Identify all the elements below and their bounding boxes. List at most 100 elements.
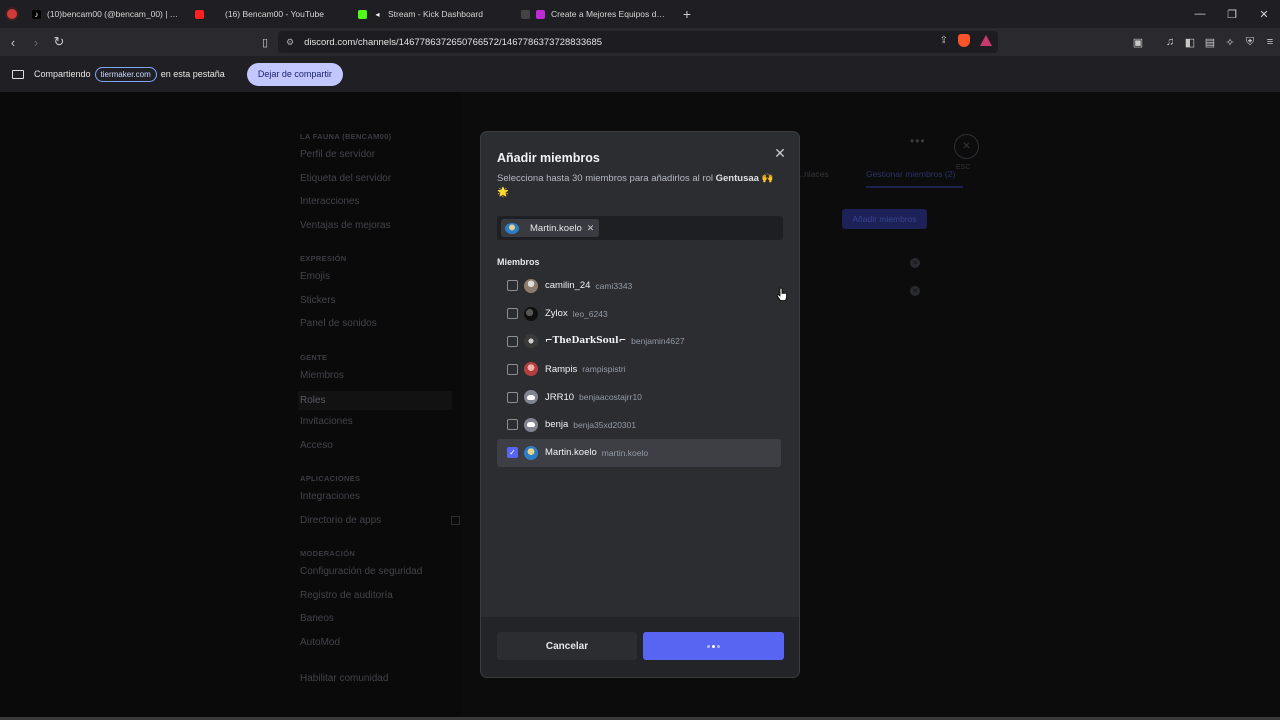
- sidebar-item-server-profile[interactable]: Perfil de servidor: [300, 147, 460, 171]
- kick-icon: [358, 9, 367, 19]
- sidebar-item-app-directory[interactable]: Directorio de apps: [300, 513, 460, 537]
- member-checkbox[interactable]: [507, 308, 518, 320]
- maximize-icon[interactable]: ❐: [1216, 0, 1248, 28]
- member-list: camilin_24 cami3343 Zylox leo_6243 ⌐TheD…: [497, 272, 781, 467]
- reader-icon[interactable]: ▣: [1128, 36, 1148, 49]
- member-row[interactable]: ✓ Martin.koelo martin.koelo: [497, 438, 781, 467]
- add-members-button[interactable]: Añadir miembros: [842, 209, 927, 229]
- member-row[interactable]: Zylox leo_6243: [497, 300, 781, 328]
- brave-shields-icon[interactable]: [958, 34, 970, 47]
- member-username: cami3343: [595, 280, 633, 291]
- member-checkbox[interactable]: [507, 419, 518, 431]
- audio-playing-icon: ◂: [375, 9, 380, 19]
- wallet-icon[interactable]: ▤: [1200, 36, 1220, 49]
- remove-chip-icon[interactable]: ✕: [587, 223, 595, 234]
- browser-tab[interactable]: (16) Bencam00 - YouTube: [187, 0, 350, 28]
- tab-links[interactable]: ...nlaces: [797, 169, 829, 179]
- sidebar-item-automod[interactable]: AutoMod: [300, 635, 460, 659]
- browser-tab[interactable]: ♪ (10)bencam00 (@bencam_00) | TikTok: [24, 0, 187, 28]
- sidebar-item-interactions[interactable]: Interacciones: [300, 194, 460, 218]
- vpn-icon[interactable]: ⛨: [1240, 36, 1260, 49]
- cancel-button[interactable]: Cancelar: [497, 632, 637, 660]
- member-row[interactable]: JRR10 benjaacostajrr10: [497, 383, 781, 411]
- shared-site-chip[interactable]: tiermaker.com: [94, 66, 157, 82]
- member-checkbox[interactable]: [507, 363, 518, 375]
- avatar: [524, 278, 538, 293]
- sidebar-item-enable-community[interactable]: Habilitar comunidad: [300, 671, 460, 695]
- sharing-suffix: en esta pestaña: [160, 69, 225, 79]
- avatar: [524, 362, 538, 377]
- member-checkbox-checked[interactable]: ✓: [507, 447, 518, 459]
- tab-sharing-bar: Compartiendo tiermaker.com en esta pesta…: [0, 56, 1280, 92]
- site-info-icon[interactable]: ⚙: [286, 37, 294, 48]
- sidebar-item-server-tag[interactable]: Etiqueta del servidor: [300, 171, 460, 195]
- close-icon[interactable]: ✕: [771, 144, 789, 162]
- tab-title: Create a Mejores Equipos de Fútbol: [551, 9, 668, 19]
- browser-tab[interactable]: ◂ Stream - Kick Dashboard: [350, 0, 513, 28]
- tab-title: (16) Bencam00 - YouTube: [225, 9, 324, 19]
- discord-avatar-icon: [524, 390, 538, 405]
- back-icon[interactable]: ‹: [3, 32, 23, 52]
- member-row[interactable]: ⌐TheDarkSoul⌐ benjamin4627: [497, 328, 781, 356]
- bookmark-icon[interactable]: ▯: [258, 32, 272, 52]
- add-members-confirm-button[interactable]: [643, 632, 784, 660]
- close-window-icon[interactable]: ✕: [1248, 0, 1280, 28]
- browser-tab[interactable]: Create a Mejores Equipos de Fútbol: [513, 0, 676, 28]
- window-controls: — ❐ ✕: [1184, 0, 1280, 28]
- sidebar-item-stickers[interactable]: Stickers: [300, 293, 460, 317]
- sidebar-item-roles[interactable]: Roles: [298, 391, 452, 410]
- sidebar-item-access[interactable]: Acceso: [300, 438, 460, 462]
- main-menu-icon[interactable]: ≡: [1260, 36, 1280, 48]
- new-tab-button[interactable]: +: [676, 6, 698, 22]
- member-row[interactable]: Rampis rampispistri: [497, 355, 781, 383]
- tab-title: (10)bencam00 (@bencam_00) | TikTok: [47, 9, 179, 19]
- sidebar-item-members[interactable]: Miembros: [300, 368, 460, 392]
- member-checkbox[interactable]: [507, 335, 518, 347]
- member-username: martin.koelo: [601, 447, 649, 458]
- forward-icon[interactable]: ›: [26, 32, 46, 52]
- members-section-label: Miembros: [497, 257, 540, 267]
- role-name: Gentusaa: [715, 173, 759, 184]
- member-row[interactable]: benja benja35xd20301: [497, 411, 781, 439]
- browser-menu-button[interactable]: [0, 0, 24, 28]
- member-row[interactable]: camilin_24 cami3343: [497, 272, 781, 300]
- modal-title: Añadir miembros: [497, 151, 600, 165]
- stop-sharing-button[interactable]: Dejar de compartir: [246, 62, 343, 86]
- sidebar-item-integrations[interactable]: Integraciones: [300, 489, 460, 513]
- sharing-prefix: Compartiendo: [34, 69, 91, 79]
- leo-ai-icon[interactable]: ✧: [1220, 36, 1240, 49]
- close-settings-icon[interactable]: ✕: [954, 134, 979, 159]
- address-bar[interactable]: ⚙ discord.com/channels/14677863726507665…: [278, 31, 998, 53]
- esc-label: ESC: [956, 164, 971, 171]
- sidebar-item-invites[interactable]: Invitaciones: [300, 414, 460, 438]
- member-username: rampispistri: [582, 364, 626, 375]
- avatar: [524, 334, 538, 349]
- media-icon[interactable]: ♫: [1160, 36, 1180, 48]
- sidebar-item-audit-log[interactable]: Registro de auditoría: [300, 588, 460, 612]
- sidebar-item-boost-perks[interactable]: Ventajas de mejoras: [300, 218, 460, 242]
- modal-subtitle: Selecciona hasta 30 miembros para añadir…: [497, 172, 787, 199]
- tab-title: Stream - Kick Dashboard: [388, 9, 483, 19]
- remove-member-icon[interactable]: ✕: [910, 286, 920, 296]
- member-display-name: Rampis: [545, 363, 578, 375]
- member-checkbox[interactable]: [507, 391, 518, 403]
- more-options-icon[interactable]: •••: [910, 134, 926, 148]
- brave-rewards-icon[interactable]: [980, 35, 992, 46]
- member-display-name: JRR10: [545, 391, 575, 403]
- sidebar-item-bans[interactable]: Baneos: [300, 611, 460, 635]
- member-checkbox[interactable]: [507, 280, 518, 292]
- tab-manage-members[interactable]: Gestionar miembros (2): [866, 169, 955, 179]
- sidebar-item-safety-setup[interactable]: Configuración de seguridad: [300, 564, 460, 588]
- reload-icon[interactable]: ↻: [49, 32, 69, 52]
- sidebar-item-emojis[interactable]: Emojis: [300, 269, 460, 293]
- tiktok-icon: ♪: [32, 9, 41, 19]
- selected-member-chip[interactable]: Martin.koelo ✕: [501, 219, 600, 237]
- member-search-input[interactable]: Martin.koelo ✕: [497, 216, 783, 240]
- subtitle-text: Selecciona hasta 30 miembros para añadir…: [497, 173, 713, 184]
- sidebar-icon[interactable]: ◧: [1180, 36, 1200, 49]
- share-icon[interactable]: ⇪: [940, 35, 948, 46]
- minimize-icon[interactable]: —: [1184, 0, 1216, 28]
- sidebar-item-soundboard[interactable]: Panel de sonidos: [300, 316, 460, 340]
- remove-member-icon[interactable]: ✕: [910, 258, 920, 268]
- member-display-name: ⌐TheDarkSoul⌐: [545, 336, 627, 347]
